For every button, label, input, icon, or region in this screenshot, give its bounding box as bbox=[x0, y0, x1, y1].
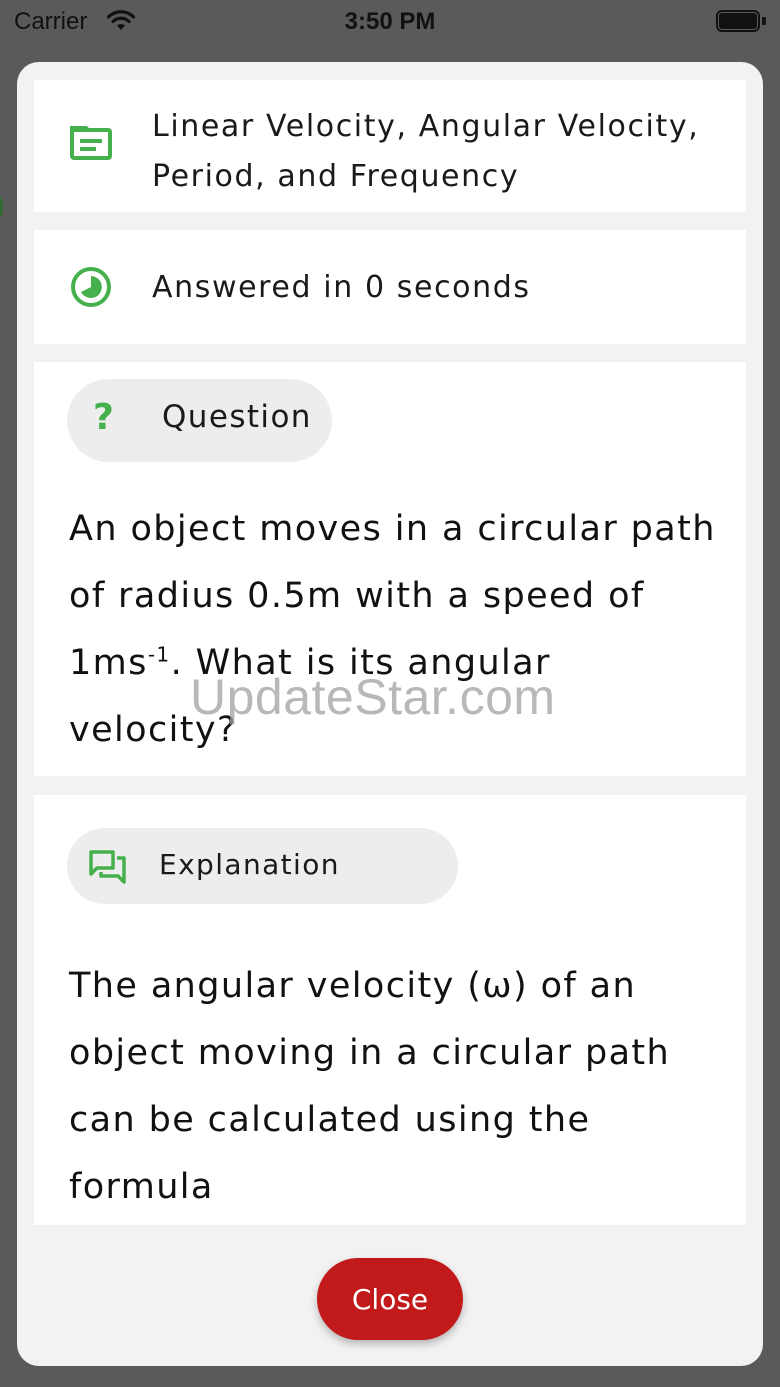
background-text-fragment: ) bbox=[0, 190, 6, 225]
explanation-badge-label: Explanation bbox=[159, 848, 340, 881]
question-text: An object moves in a circular path of ra… bbox=[69, 496, 719, 764]
explanation-card: Explanation The angular velocity (ω) of … bbox=[34, 795, 746, 1225]
status-bar: Carrier 3:50 PM bbox=[0, 0, 780, 44]
result-detail-modal: Linear Velocity, Angular Velocity, Perio… bbox=[17, 62, 763, 1366]
question-mark-icon: ? bbox=[93, 397, 114, 438]
question-badge-label: Question bbox=[162, 399, 312, 435]
forum-icon bbox=[89, 850, 127, 888]
question-card: ? Question An object moves in a circular… bbox=[34, 362, 746, 776]
question-badge: ? Question bbox=[67, 379, 332, 462]
article-icon bbox=[70, 126, 114, 166]
explanation-badge: Explanation bbox=[67, 828, 458, 904]
topic-card: Linear Velocity, Angular Velocity, Perio… bbox=[34, 80, 746, 212]
explanation-text: The angular velocity (ω) of an object mo… bbox=[69, 966, 671, 1207]
close-button[interactable]: Close bbox=[317, 1258, 463, 1340]
topic-title: Linear Velocity, Angular Velocity, Perio… bbox=[152, 109, 700, 194]
answer-time-text: Answered in 0 seconds bbox=[152, 270, 531, 305]
timer-icon bbox=[70, 266, 112, 312]
question-superscript: -1 bbox=[147, 642, 171, 667]
battery-icon bbox=[716, 10, 766, 32]
answer-time-card: Answered in 0 seconds bbox=[34, 230, 746, 344]
clock: 3:50 PM bbox=[344, 8, 436, 35]
